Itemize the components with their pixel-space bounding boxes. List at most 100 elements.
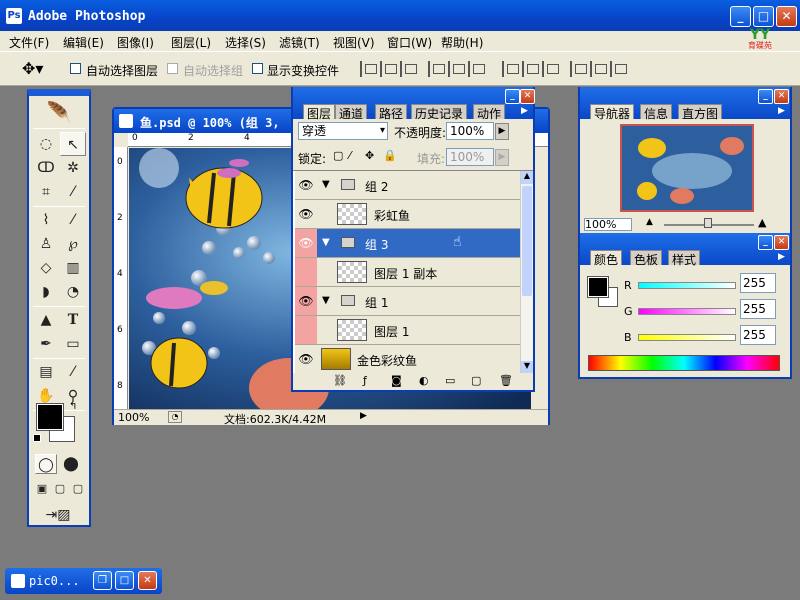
menu-select[interactable]: 选择(S) (225, 34, 266, 51)
eye-icon[interactable]: 👁 (295, 229, 317, 257)
eye-icon[interactable]: 👁 (295, 287, 317, 315)
tab-navigator[interactable]: 导航器 (590, 104, 635, 121)
maximize-button[interactable]: □ (753, 6, 774, 27)
layers-scrollbar[interactable]: ▲ ▼ (520, 171, 533, 373)
blur-tool-icon[interactable]: ◗ (33, 280, 59, 304)
align-hcenter-icon[interactable] (448, 61, 465, 77)
screen-mode-standard-icon[interactable]: ▣ (34, 480, 50, 498)
status-menu-icon[interactable]: ◔ (168, 411, 182, 423)
list-item[interactable]: 图层 1 副本 (295, 258, 520, 287)
brush-tool-icon[interactable]: ⁄ (60, 208, 86, 232)
screen-mode-full-icon[interactable]: ▢ (70, 480, 86, 498)
panel-close-button[interactable]: ✕ (774, 235, 789, 250)
tab-actions[interactable]: 动作 (473, 104, 506, 121)
panel-close-button[interactable]: ✕ (520, 89, 535, 104)
panel-menu-icon[interactable]: ▶ (778, 252, 785, 262)
dodge-tool-icon[interactable]: ◔ (60, 280, 86, 304)
crop-tool-icon[interactable]: ⌗ (33, 180, 59, 204)
screen-mode-menu-icon[interactable]: ▢ (52, 480, 68, 498)
quick-mask-icon[interactable]: ⬤ (60, 454, 82, 474)
minimized-window[interactable]: pic0... ❐ □ ✕ (5, 568, 162, 594)
navigator-titlebar[interactable]: _ ✕ 导航器 信息 直方图 ▶ (580, 87, 790, 121)
scroll-thumb[interactable] (522, 186, 532, 296)
panel-menu-icon[interactable]: ▶ (521, 106, 528, 116)
opacity-input[interactable]: 100% (446, 122, 494, 140)
blend-mode-select[interactable]: 穿透 ▾ (298, 122, 388, 140)
align-left-icon[interactable] (428, 61, 445, 77)
adjustment-layer-icon[interactable]: ◐ (419, 374, 429, 387)
path-select-icon[interactable]: ▲ (33, 308, 59, 332)
fill-input[interactable]: 100% (446, 148, 494, 166)
shape-tool-icon[interactable]: ▭ (60, 332, 86, 356)
tab-history[interactable]: 历史记录 (411, 104, 468, 121)
lock-position-icon[interactable]: ✥ (365, 149, 374, 162)
menu-filter[interactable]: 滤镜(T) (279, 34, 320, 51)
collapse-arrow-icon[interactable]: ▼ (322, 295, 330, 306)
layer-style-icon[interactable]: ƒ (363, 374, 367, 387)
eye-icon[interactable]: 👁 (295, 200, 317, 228)
slice-tool-icon[interactable]: ⁄ (60, 180, 86, 204)
navigator-zoom-value[interactable]: 100% (584, 218, 632, 231)
list-item[interactable]: 👁 金色彩纹鱼 (295, 345, 520, 373)
navigator-preview[interactable] (620, 124, 754, 212)
channel-g-slider[interactable] (638, 308, 736, 315)
default-colors-icon[interactable] (33, 434, 41, 442)
standard-mode-icon[interactable]: ◯ (35, 454, 57, 474)
gradient-tool-icon[interactable]: ▥ (60, 256, 86, 280)
show-transform-checkbox[interactable] (252, 63, 263, 74)
new-layer-icon[interactable]: ▢ (471, 374, 481, 387)
distribute-bottom-icon[interactable] (542, 61, 559, 77)
tab-info[interactable]: 信息 (640, 104, 673, 121)
channel-r-slider[interactable] (638, 282, 736, 289)
menu-layer[interactable]: 图层(L) (171, 34, 211, 51)
history-brush-icon[interactable]: ℘ (60, 232, 86, 256)
eyedropper-tool-icon[interactable]: ⁄ (60, 360, 86, 384)
panel-minimize-button[interactable]: _ (505, 89, 520, 104)
tab-channels[interactable]: 通道 (335, 104, 368, 121)
tab-color[interactable]: 颜色 (590, 250, 623, 267)
menu-window[interactable]: 窗口(W) (387, 34, 432, 51)
list-item[interactable]: 👁 ▼ 组 1 (295, 287, 520, 316)
link-layers-icon[interactable]: ⛓ (333, 374, 347, 387)
restore-button[interactable]: ❐ (93, 571, 112, 590)
close-button[interactable]: ✕ (776, 6, 797, 27)
auto-select-layer-checkbox[interactable] (70, 63, 81, 74)
pen-tool-icon[interactable]: ✒ (33, 332, 59, 356)
menu-image[interactable]: 图像(I) (117, 34, 154, 51)
tab-histogram[interactable]: 直方图 (678, 104, 723, 121)
distribute-left-icon[interactable] (570, 61, 587, 77)
panel-minimize-button[interactable]: _ (758, 235, 773, 250)
maximize-button[interactable]: □ (115, 571, 134, 590)
channel-g-input[interactable]: 255 (740, 299, 776, 319)
distribute-right-icon[interactable] (610, 61, 627, 77)
panel-menu-icon[interactable]: ▶ (778, 106, 785, 116)
align-vcenter-icon[interactable] (380, 61, 397, 77)
layers-panel-titlebar[interactable]: _ ✕ 图层 通道 路径 历史记录 动作 ▶ (293, 87, 535, 121)
distribute-hcenter-icon[interactable] (590, 61, 607, 77)
clone-stamp-icon[interactable]: ♙ (33, 232, 59, 256)
lock-pixels-icon[interactable]: ⁄ (349, 149, 351, 162)
zoom-out-icon[interactable]: ▲ (646, 217, 653, 227)
color-spectrum-bar[interactable] (588, 355, 780, 371)
panel-close-button[interactable]: ✕ (774, 89, 789, 104)
lock-all-icon[interactable]: 🔒 (383, 149, 397, 162)
eye-icon[interactable] (295, 316, 317, 344)
color-panel-titlebar[interactable]: _ ✕ 颜色 色板 样式 ▶ (580, 233, 790, 267)
menu-help[interactable]: 帮助(H) (441, 34, 483, 51)
align-top-icon[interactable] (360, 61, 377, 77)
foreground-color-swatch[interactable] (36, 403, 64, 431)
trash-icon[interactable]: 🗑 (499, 374, 513, 387)
opacity-slider-arrow-icon[interactable]: ▶ (495, 123, 509, 140)
doc-zoom-level[interactable]: 100% (118, 411, 149, 424)
collapse-arrow-icon[interactable]: ▼ (322, 237, 330, 248)
auto-select-group-checkbox[interactable] (167, 63, 178, 74)
eye-icon[interactable] (295, 258, 317, 286)
layer-mask-icon[interactable]: ◙ (391, 374, 402, 387)
swap-colors-icon[interactable]: ↰ (69, 401, 77, 412)
menu-edit[interactable]: 编辑(E) (63, 34, 104, 51)
list-item[interactable]: 👁 ▼ 组 3 ☝ (295, 229, 520, 258)
new-group-icon[interactable]: ▭ (445, 374, 455, 387)
tab-styles[interactable]: 样式 (668, 250, 701, 267)
distribute-vcenter-icon[interactable] (522, 61, 539, 77)
lock-transparent-icon[interactable]: ▢ (333, 149, 343, 162)
